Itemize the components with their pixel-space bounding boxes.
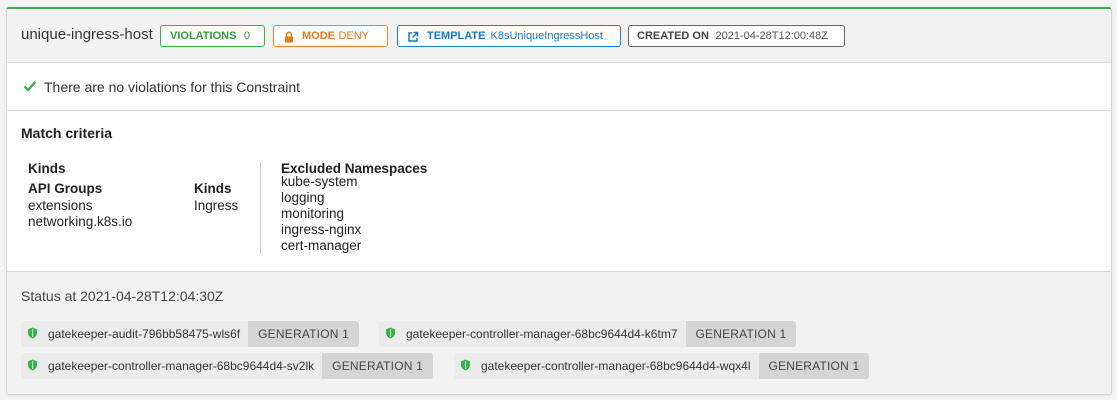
api-groups-heading: API Groups: [28, 181, 103, 196]
pod-name: gatekeeper-audit-796bb58475-wls6f: [48, 327, 241, 341]
pod-status: gatekeeper-controller-manager-68bc9644d4…: [454, 353, 870, 379]
pod-generation: GENERATION 1: [248, 321, 359, 347]
mode-badge: MODE DENY: [273, 25, 388, 47]
constraint-name: unique-ingress-host: [21, 26, 153, 43]
excluded-namespace-item: cert-manager: [281, 238, 362, 253]
lock-icon: [283, 30, 295, 43]
constraint-card: unique-ingress-host VIOLATIONS 0 MODE DE…: [6, 7, 1112, 395]
violations-badge: VIOLATIONS 0: [160, 25, 265, 47]
kinds-heading: Kinds: [28, 161, 66, 176]
pod-generation: GENERATION 1: [758, 353, 870, 379]
status-title: Status at 2021-04-28T12:04:30Z: [21, 288, 224, 304]
excluded-namespace-item: logging: [281, 190, 325, 205]
shield-icon: [27, 359, 38, 374]
pod-generation: GENERATION 1: [685, 321, 797, 347]
pod-status: gatekeeper-controller-manager-68bc9644d4…: [379, 321, 797, 347]
match-divider: [260, 162, 261, 254]
pod-status: gatekeeper-controller-manager-68bc9644d4…: [21, 353, 434, 379]
template-link[interactable]: TEMPLATE K8sUniqueIngressHost: [397, 25, 621, 47]
violations-count: 0: [243, 30, 250, 42]
shield-icon: [27, 327, 38, 342]
excluded-namespace-item: ingress-nginx: [281, 222, 362, 237]
mode-label: MODE: [302, 30, 335, 42]
pod-status: gatekeeper-audit-796bb58475-wls6f GENERA…: [21, 321, 359, 347]
created-value: 2021-04-28T12:00:48Z: [715, 30, 828, 42]
check-icon: [23, 79, 37, 98]
api-group-item: extensions: [28, 198, 93, 213]
excluded-namespace-item: monitoring: [281, 206, 345, 221]
external-link-icon: [407, 30, 419, 42]
template-value: K8sUniqueIngressHost: [490, 30, 603, 42]
pod-name: gatekeeper-controller-manager-68bc9644d4…: [481, 359, 751, 373]
shield-icon: [460, 359, 471, 374]
pod-name: gatekeeper-controller-manager-68bc9644d4…: [48, 359, 315, 373]
match-criteria-title: Match criteria: [21, 125, 113, 141]
created-label: CREATED ON: [637, 30, 709, 42]
created-badge: CREATED ON 2021-04-28T12:00:48Z: [628, 25, 845, 47]
no-violations-text: There are no violations for this Constra…: [44, 79, 301, 95]
shield-icon: [385, 327, 396, 342]
status-section: Status at 2021-04-28T12:04:30Z gatekeepe…: [7, 271, 1111, 394]
kind-item: Ingress: [194, 198, 239, 213]
no-violations-row: There are no violations for this Constra…: [7, 64, 1111, 111]
pod-generation: GENERATION 1: [322, 353, 434, 379]
constraint-header: unique-ingress-host VIOLATIONS 0 MODE DE…: [7, 9, 1111, 63]
excluded-namespace-item: kube-system: [281, 174, 358, 189]
template-label: TEMPLATE: [427, 30, 486, 42]
pod-name: gatekeeper-controller-manager-68bc9644d4…: [406, 327, 678, 341]
api-group-item: networking.k8s.io: [28, 214, 133, 229]
kinds-sub-heading: Kinds: [194, 181, 232, 196]
mode-value: DENY: [338, 30, 369, 42]
violations-label: VIOLATIONS: [170, 30, 237, 42]
